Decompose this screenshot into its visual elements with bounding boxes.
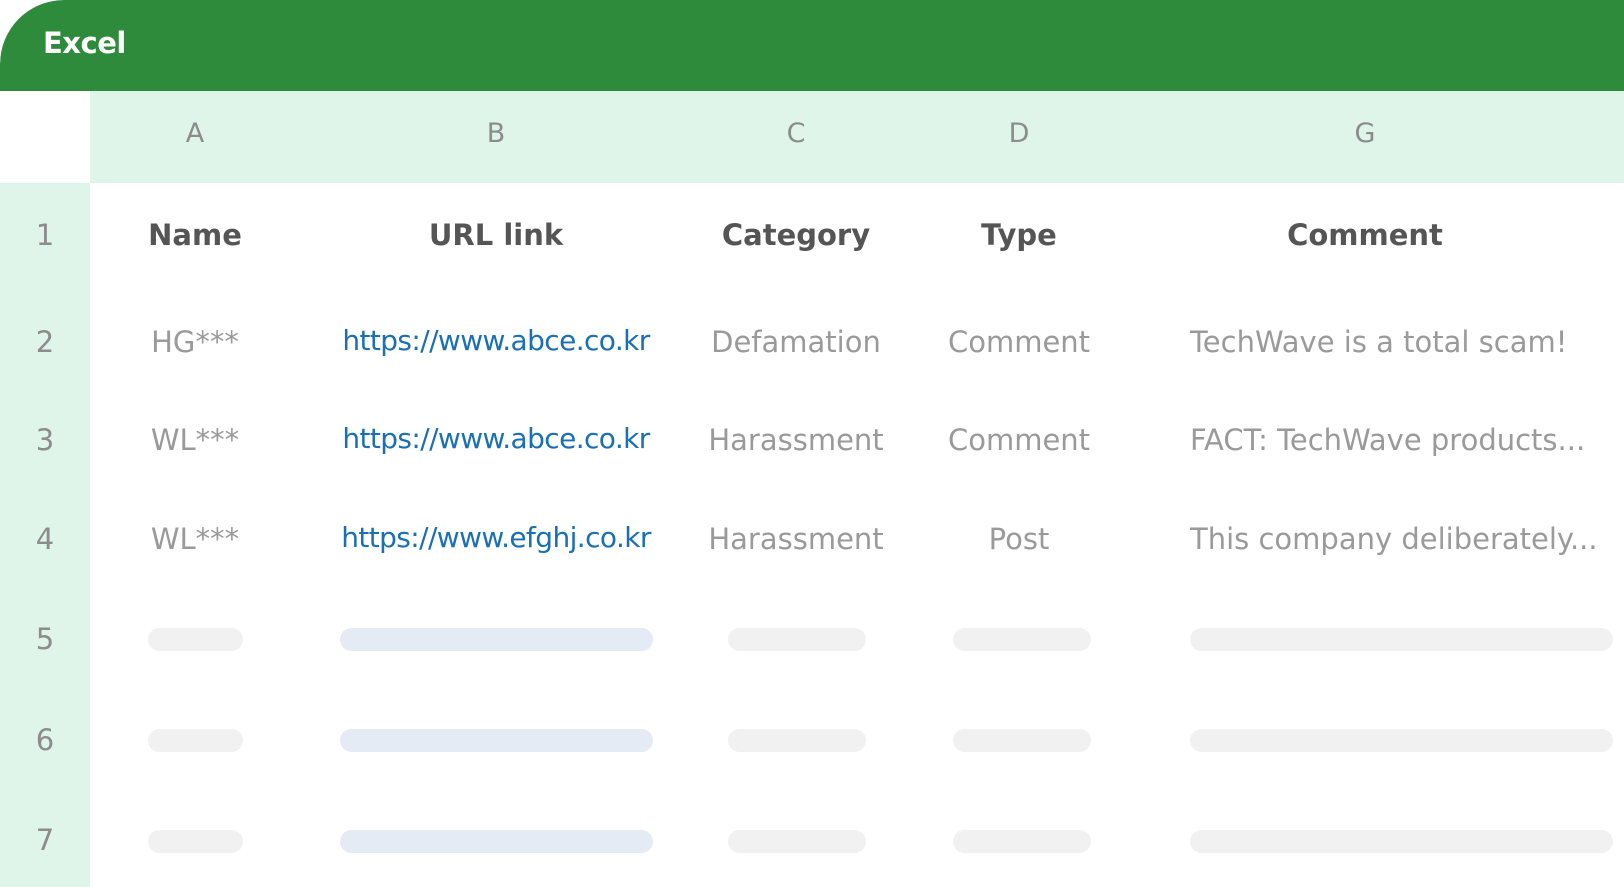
column-header-c[interactable]: C — [696, 118, 896, 149]
cell-header-category[interactable]: Category — [722, 218, 870, 252]
spreadsheet-window: Excel A B C D G 1 2 3 4 5 6 7 Name URL l… — [0, 0, 1624, 887]
row-header-3[interactable]: 3 — [0, 423, 90, 457]
cell-comment[interactable]: TechWave is a total scam! — [1190, 325, 1567, 359]
placeholder-comment-bar — [1190, 729, 1613, 752]
row-header-4[interactable]: 4 — [0, 522, 90, 556]
cell-comment[interactable]: FACT: TechWave products... — [1190, 423, 1585, 457]
placeholder-name-bar — [148, 830, 243, 853]
app-title: Excel — [43, 26, 126, 60]
placeholder-url-bar — [340, 628, 653, 651]
cell-comment[interactable]: This company deliberately... — [1190, 522, 1598, 556]
column-header-g[interactable]: G — [1265, 118, 1465, 149]
placeholder-category-bar — [728, 628, 866, 651]
placeholder-comment-bar — [1190, 830, 1613, 853]
placeholder-type-bar — [953, 830, 1091, 853]
placeholder-category-bar — [728, 830, 866, 853]
cell-name[interactable]: WL*** — [151, 423, 239, 457]
placeholder-url-bar — [340, 729, 653, 752]
cell-header-comment[interactable]: Comment — [1287, 218, 1443, 252]
cell-url-link[interactable]: https://www.efghj.co.kr — [341, 521, 651, 554]
cell-type[interactable]: Post — [989, 522, 1050, 556]
placeholder-category-bar — [728, 729, 866, 752]
cell-header-type[interactable]: Type — [981, 218, 1057, 252]
row-header-1[interactable]: 1 — [0, 218, 90, 252]
column-header-a[interactable]: A — [95, 118, 295, 149]
cell-header-url[interactable]: URL link — [429, 218, 563, 252]
placeholder-url-bar — [340, 830, 653, 853]
cell-url-link[interactable]: https://www.abce.co.kr — [342, 422, 650, 455]
app-titlebar: Excel — [0, 0, 1624, 91]
placeholder-name-bar — [148, 628, 243, 651]
row-header-6[interactable]: 6 — [0, 723, 90, 757]
cell-category[interactable]: Harassment — [708, 423, 883, 457]
row-header-5[interactable]: 5 — [0, 622, 90, 656]
cell-url-link[interactable]: https://www.abce.co.kr — [342, 324, 650, 357]
row-header-2[interactable]: 2 — [0, 325, 90, 359]
placeholder-type-bar — [953, 729, 1091, 752]
placeholder-name-bar — [148, 729, 243, 752]
cell-header-name[interactable]: Name — [148, 218, 242, 252]
cell-type[interactable]: Comment — [948, 423, 1090, 457]
column-header-d[interactable]: D — [919, 118, 1119, 149]
row-header-7[interactable]: 7 — [0, 823, 90, 857]
placeholder-type-bar — [953, 628, 1091, 651]
column-header-b[interactable]: B — [396, 118, 596, 149]
cell-category[interactable]: Harassment — [708, 522, 883, 556]
cell-name[interactable]: HG*** — [151, 325, 239, 359]
cell-name[interactable]: WL*** — [151, 522, 239, 556]
cell-type[interactable]: Comment — [948, 325, 1090, 359]
placeholder-comment-bar — [1190, 628, 1613, 651]
cell-category[interactable]: Defamation — [711, 325, 881, 359]
